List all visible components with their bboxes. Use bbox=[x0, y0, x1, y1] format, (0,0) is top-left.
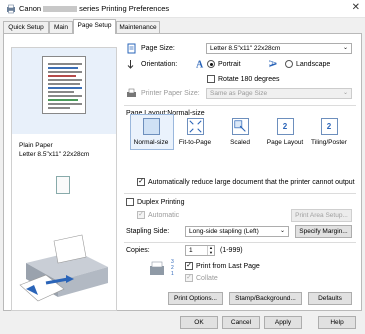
page-size-value: Letter 8.5"x11" 22x28cm bbox=[210, 45, 281, 52]
portrait-icon: A bbox=[196, 60, 204, 70]
portrait-label: Portrait bbox=[218, 61, 241, 68]
section-divider bbox=[124, 105, 356, 106]
printer-paper-size-label: Printer Paper Size: bbox=[141, 90, 200, 97]
printer-paper-size-value: Same as Page Size bbox=[210, 90, 268, 97]
printer-illustration-icon bbox=[19, 234, 108, 302]
defaults-button[interactable]: Defaults bbox=[308, 292, 352, 305]
apply-button[interactable]: Apply bbox=[264, 316, 302, 329]
page-size-dropdown[interactable]: Letter 8.5"x11" 22x28cm ⌄ bbox=[206, 43, 352, 54]
copies-label: Copies: bbox=[126, 247, 150, 254]
chevron-down-icon: ⌄ bbox=[279, 228, 285, 234]
auto-reduce-checkbox[interactable]: ✓ bbox=[137, 178, 145, 186]
automatic-checkbox[interactable]: ✓ bbox=[137, 211, 145, 219]
paper-preview-thumbnail bbox=[42, 56, 86, 114]
copies-value: 1 bbox=[189, 247, 193, 254]
duplex-printing-label: Duplex Printing bbox=[137, 199, 185, 206]
auto-reduce-label: Automatically reduce large document that… bbox=[148, 179, 355, 186]
tab-maintenance[interactable]: Maintenance bbox=[116, 21, 160, 33]
copies-range: (1-999) bbox=[220, 247, 243, 254]
copies-stepper[interactable]: 1 ▲ ▼ bbox=[185, 245, 215, 256]
layout-normal-size[interactable]: Normal-size bbox=[128, 118, 174, 146]
scaled-icon bbox=[231, 118, 249, 135]
page-size-label: Page Size: bbox=[141, 45, 175, 52]
help-button[interactable]: Help bbox=[318, 316, 356, 329]
layout-tiling-poster[interactable]: 2 Tiling/Poster bbox=[306, 118, 352, 146]
stapling-side-label: Stapling Side: bbox=[126, 228, 170, 235]
copies-stack-icon: 3 2 1 bbox=[150, 259, 174, 277]
paper-size-text: Letter 8.5"x11" 22x28cm bbox=[19, 151, 90, 158]
settings-preview: Plain Paper Letter 8.5"x11" 22x28cm bbox=[11, 47, 117, 311]
window-title-suffix: series Printing Preferences bbox=[79, 4, 170, 13]
tiling-poster-icon: 2 bbox=[320, 118, 338, 135]
stapling-side-dropdown[interactable]: Long-side stapling (Left) ⌄ bbox=[185, 226, 289, 237]
fit-to-page-icon bbox=[186, 118, 204, 135]
close-icon[interactable]: ✕ bbox=[352, 2, 360, 13]
preview-header bbox=[12, 48, 116, 134]
stapling-side-value: Long-side stapling (Left) bbox=[189, 228, 259, 235]
media-type-text: Plain Paper bbox=[19, 142, 53, 149]
duplex-printing-checkbox[interactable] bbox=[126, 198, 134, 206]
landscape-icon: A bbox=[268, 60, 278, 68]
layout-normal-size-label: Normal-size bbox=[133, 139, 169, 146]
collate-label: Collate bbox=[196, 275, 218, 282]
cancel-button[interactable]: Cancel bbox=[222, 316, 260, 329]
layout-tiling-poster-label: Tiling/Poster bbox=[311, 139, 347, 146]
section-divider bbox=[124, 242, 356, 243]
window-title-brand: Canon bbox=[19, 4, 42, 13]
rotate-180-checkbox[interactable] bbox=[207, 75, 215, 83]
normal-size-icon bbox=[142, 118, 160, 135]
landscape-label: Landscape bbox=[296, 61, 331, 68]
print-from-last-page-checkbox[interactable]: ✓ bbox=[185, 262, 193, 270]
print-options-button[interactable]: Print Options... bbox=[168, 292, 223, 305]
redacted-model-name bbox=[43, 6, 78, 12]
layout-fit-to-page[interactable]: Fit-to-Page bbox=[172, 118, 218, 146]
chevron-down-icon: ⌄ bbox=[342, 45, 348, 51]
orientation-label: Orientation: bbox=[141, 61, 178, 68]
layout-page-layout-label: Page Layout bbox=[266, 139, 304, 146]
print-area-setup-button[interactable]: Print Area Setup... bbox=[291, 209, 352, 222]
automatic-label: Automatic bbox=[148, 212, 180, 219]
printer-paper-size-icon bbox=[127, 88, 136, 97]
tab-page-setup[interactable]: Page Setup bbox=[73, 19, 116, 34]
page-size-icon bbox=[127, 43, 136, 54]
portrait-radio[interactable] bbox=[207, 60, 215, 68]
tab-main[interactable]: Main bbox=[49, 21, 73, 33]
stepper-arrows-icon[interactable]: ▲ ▼ bbox=[207, 245, 214, 255]
layout-page-layout[interactable]: 2 Page Layout bbox=[262, 118, 308, 146]
layout-scaled-label: Scaled bbox=[230, 139, 250, 146]
specify-margin-button[interactable]: Specify Margin... bbox=[295, 225, 352, 238]
copies-icon-number-1: 1 bbox=[171, 271, 174, 277]
rotate-180-label: Rotate 180 degrees bbox=[218, 76, 280, 83]
svg-text:A: A bbox=[268, 60, 278, 68]
stamp-background-button[interactable]: Stamp/Background... bbox=[229, 292, 302, 305]
title-bar: Canon series Printing Preferences ✕ bbox=[0, 0, 365, 18]
landscape-radio[interactable] bbox=[285, 60, 293, 68]
orientation-icon bbox=[127, 60, 134, 69]
media-info: Plain Paper Letter 8.5"x11" 22x28cm bbox=[19, 141, 89, 159]
paper-source-icon bbox=[56, 176, 70, 194]
collate-checkbox[interactable]: ✓ bbox=[185, 274, 193, 282]
dialog-footer: OK Cancel Apply Help bbox=[0, 312, 365, 334]
chevron-down-icon: ⌄ bbox=[342, 90, 348, 96]
printer-app-icon bbox=[7, 4, 15, 14]
layout-scaled[interactable]: Scaled bbox=[217, 118, 263, 146]
window-title: Canon series Printing Preferences bbox=[19, 4, 169, 13]
svg-text:A: A bbox=[196, 60, 204, 70]
tab-quick-setup[interactable]: Quick Setup bbox=[3, 21, 49, 33]
layout-fit-to-page-label: Fit-to-Page bbox=[178, 139, 212, 146]
ok-button[interactable]: OK bbox=[180, 316, 218, 329]
section-divider bbox=[124, 193, 356, 194]
printer-paper-size-dropdown[interactable]: Same as Page Size ⌄ bbox=[206, 88, 352, 99]
print-from-last-page-label: Print from Last Page bbox=[196, 263, 260, 270]
page-layout-icon: 2 bbox=[276, 118, 294, 135]
